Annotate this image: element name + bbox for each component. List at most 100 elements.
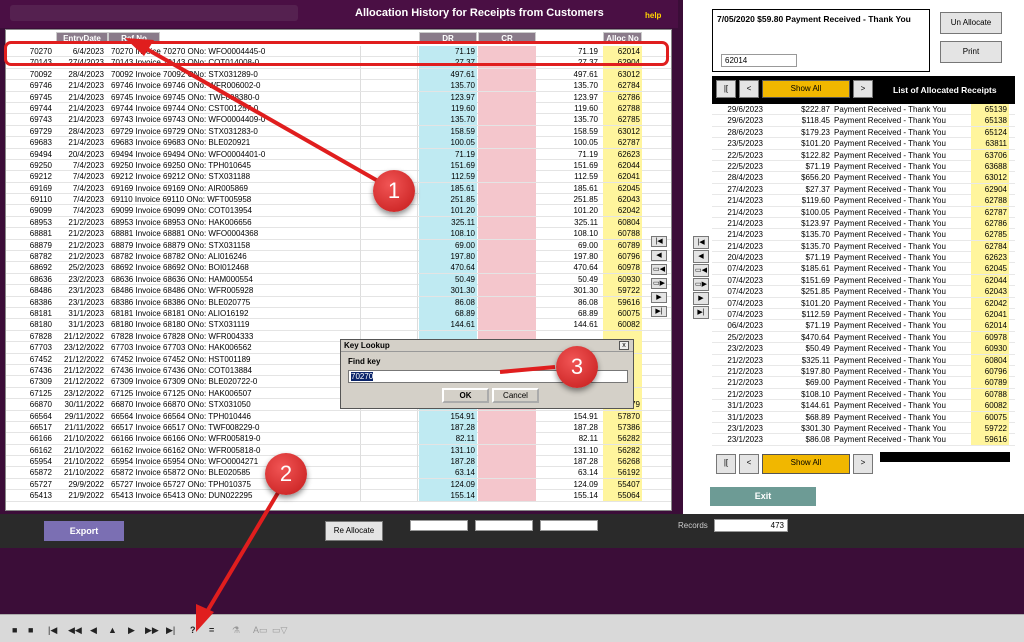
list-item[interactable]: 21/2/2023 $69.00 Payment Received - Thank … (712, 377, 1015, 389)
list-item[interactable]: 07/4/2023 $251.85 Payment Received - Thank… (712, 286, 1015, 298)
table-row[interactable]: 68180 31/1/2023 68180 Invoice 68180 ONo: S… (6, 319, 671, 331)
receipts-prev-record-button[interactable]: ◀ (693, 250, 709, 263)
dialog-close-icon[interactable]: x (619, 341, 629, 350)
list-item[interactable]: 23/2/2023 $50.49 Payment Received - Thank … (712, 343, 1015, 355)
grid-new2-button[interactable]: ▭▶ (651, 278, 667, 289)
table-row[interactable]: 65727 29/9/2022 65727 Invoice 65727 ONo: T… (6, 478, 671, 491)
table-row[interactable]: 69743 21/4/2023 69743 Invoice 69743 ONo: W… (6, 114, 671, 126)
stop2-icon[interactable]: ■ (28, 625, 33, 635)
payment-ref-field[interactable]: 62014 (721, 54, 797, 67)
list-item[interactable]: 23/1/2023 $86.08 Payment Received - Thank … (712, 434, 1015, 446)
table-row[interactable]: 66166 21/10/2022 66166 Invoice 66166 ONo: … (6, 433, 671, 445)
dialog-ok-button[interactable]: OK (442, 388, 489, 403)
table-row[interactable]: 69745 21/4/2023 69745 Invoice 69745 ONo: T… (6, 91, 671, 103)
list-item[interactable]: 31/1/2023 $144.61 Payment Received - Thank… (712, 400, 1015, 412)
table-row[interactable]: 68881 21/2/2023 68881 Invoice 68881 ONo: W… (6, 228, 671, 240)
unallocate-button[interactable]: Un Allocate (940, 12, 1002, 34)
list-item[interactable]: 28/6/2023 $179.23 Payment Received - Thank… (712, 126, 1015, 139)
table-row[interactable]: 69729 28/4/2023 69729 Invoice 69729 ONo: S… (6, 125, 671, 138)
list-item[interactable]: 07/4/2023 $101.20 Payment Received - Thank… (712, 297, 1015, 310)
list-item[interactable]: 07/4/2023 $151.69 Payment Received - Thank… (712, 274, 1015, 287)
receipts-first-button[interactable]: |[ (716, 80, 736, 98)
list-item[interactable]: 21/4/2023 $135.70 Payment Received - Thank… (712, 229, 1015, 241)
fast-forward-icon[interactable]: ▶▶ (145, 625, 159, 636)
receipts-prev-button[interactable]: < (739, 80, 759, 98)
list-item[interactable]: 25/2/2023 $470.64 Payment Received - Thank… (712, 331, 1015, 344)
help-link[interactable]: help (645, 11, 661, 20)
table-row[interactable]: 65954 21/10/2022 65954 Invoice 65954 ONo: … (6, 456, 671, 468)
print-button[interactable]: Print (940, 41, 1002, 63)
grid-prev-button[interactable]: ◀ (651, 250, 667, 261)
list-item[interactable]: 31/1/2023 $68.89 Payment Received - Thank … (712, 411, 1015, 423)
list-item[interactable]: 28/4/2023 $656.20 Payment Received - Thank… (712, 172, 1015, 184)
receipts-bottom-next-button[interactable]: > (853, 454, 873, 474)
list-item[interactable]: 22/5/2023 $71.19 Payment Received - Thank … (712, 160, 1015, 173)
grid-new-button[interactable]: ▭◀ (651, 264, 667, 275)
grid-last-button[interactable]: ▶| (651, 306, 667, 317)
receipts-next-button[interactable]: > (853, 80, 873, 98)
grid-next-button[interactable]: ▶ (651, 292, 667, 303)
table-row[interactable]: 68386 23/1/2023 68386 Invoice 68386 ONo: B… (6, 296, 671, 308)
list-item[interactable]: 29/6/2023 $118.45 Payment Received - Thank… (712, 115, 1015, 127)
table-row[interactable]: 68486 23/1/2023 68486 Invoice 68486 ONo: W… (6, 285, 671, 297)
table-row[interactable]: 69746 21/4/2023 69746 Invoice 69746 ONo: W… (6, 80, 671, 92)
table-row[interactable]: 68782 21/2/2023 68782 Invoice 68782 ONo: A… (6, 251, 671, 263)
table-row[interactable]: 66162 21/10/2022 66162 Invoice 66162 ONo: … (6, 444, 671, 457)
receipts-new2-record-button[interactable]: ▭▶ (693, 278, 709, 291)
list-item[interactable]: 29/6/2023 $222.87 Payment Received - Thank… (712, 104, 1015, 116)
list-item[interactable]: 22/5/2023 $122.82 Payment Received - Thank… (712, 149, 1015, 161)
export-button[interactable]: Export (44, 521, 124, 541)
table-row[interactable]: 65413 21/9/2022 65413 Invoice 65413 ONo: D… (6, 490, 671, 502)
receipts-new-record-button[interactable]: ▭◀ (693, 264, 709, 277)
list-item[interactable]: 23/1/2023 $301.30 Payment Received - Thank… (712, 422, 1015, 435)
list-item[interactable]: 21/2/2023 $108.10 Payment Received - Thank… (712, 388, 1015, 401)
table-row[interactable]: 69212 7/4/2023 69212 Invoice 69212 ONo: ST… (6, 171, 671, 183)
table-row[interactable]: 65872 21/10/2022 65872 Invoice 65872 ONo: … (6, 467, 671, 479)
table-row[interactable]: 69250 7/4/2023 69250 Invoice 69250 ONo: TP… (6, 159, 671, 172)
list-item[interactable]: 21/4/2023 $100.05 Payment Received - Thank… (712, 206, 1015, 218)
stop-icon[interactable]: ■ (12, 625, 17, 635)
receipts-next-record-button[interactable]: ▶ (693, 292, 709, 305)
list-item[interactable]: 21/4/2023 $123.97 Payment Received - Thank… (712, 217, 1015, 230)
table-row[interactable]: 69683 21/4/2023 69683 Invoice 69683 ONo: B… (6, 137, 671, 149)
table-row[interactable]: 69494 20/4/2023 69494 Invoice 69494 ONo: W… (6, 148, 671, 160)
table-row[interactable]: 66517 21/11/2022 66517 Invoice 66517 ONo: … (6, 421, 671, 434)
list-item[interactable]: 07/4/2023 $185.61 Payment Received - Thank… (712, 263, 1015, 275)
receipts-bottom-show-all-button[interactable]: Show All (762, 454, 850, 474)
exit-button[interactable]: Exit (710, 487, 816, 506)
table-row[interactable]: 68879 21/2/2023 68879 Invoice 68879 ONo: S… (6, 239, 671, 252)
table-row[interactable]: 69099 7/4/2023 69099 Invoice 69099 ONo: CO… (6, 205, 671, 217)
equals-icon[interactable]: = (209, 625, 214, 635)
first-record-icon[interactable]: |◀ (48, 625, 57, 636)
table-row[interactable]: 68636 23/2/2023 68636 Invoice 68636 ONo: H… (6, 273, 671, 286)
table-row[interactable]: 68953 21/2/2023 68953 Invoice 68953 ONo: H… (6, 216, 671, 229)
receipts-first-record-button[interactable]: |◀ (693, 236, 709, 249)
table-row[interactable]: 70092 28/4/2023 70092 Invoice 70092 ONo: S… (6, 68, 671, 81)
list-item[interactable]: 21/2/2023 $325.11 Payment Received - Thank… (712, 354, 1015, 366)
list-item[interactable]: 20/4/2023 $71.19 Payment Received - Thank … (712, 252, 1015, 264)
list-item[interactable]: 23/5/2023 $101.20 Payment Received - Thank… (712, 138, 1015, 150)
list-item[interactable]: 21/2/2023 $197.80 Payment Received - Thank… (712, 365, 1015, 378)
grid-first-button[interactable]: |◀ (651, 236, 667, 247)
list-item[interactable]: 07/4/2023 $112.59 Payment Received - Thank… (712, 309, 1015, 321)
dialog-cancel-button[interactable]: Cancel (492, 388, 539, 403)
find-icon[interactable]: ? (190, 625, 196, 635)
next-record-icon[interactable]: ▶ (128, 625, 135, 636)
rewind-icon[interactable]: ◀◀ (68, 625, 82, 636)
receipts-bottom-prev-button[interactable]: < (739, 454, 759, 474)
list-item[interactable]: 21/4/2023 $135.70 Payment Received - Thank… (712, 240, 1015, 253)
reallocate-button[interactable]: Re Allocate (325, 521, 383, 541)
prev-record-icon[interactable]: ◀ (90, 625, 97, 636)
table-row[interactable]: 69169 7/4/2023 69169 Invoice 69169 ONo: AI… (6, 182, 671, 195)
table-row[interactable]: 69110 7/4/2023 69110 Invoice 69110 ONo: WF… (6, 194, 671, 206)
up-icon[interactable]: ▲ (108, 625, 117, 635)
list-item[interactable]: 27/4/2023 $27.37 Payment Received - Thank … (712, 183, 1015, 196)
list-item[interactable]: 21/4/2023 $119.60 Payment Received - Thank… (712, 195, 1015, 207)
receipts-show-all-button[interactable]: Show All (762, 80, 850, 98)
last-record-icon[interactable]: ▶| (166, 625, 175, 636)
list-item[interactable]: 06/4/2023 $71.19 Payment Received - Thank … (712, 320, 1015, 332)
table-row[interactable]: 68181 31/1/2023 68181 Invoice 68181 ONo: A… (6, 307, 671, 320)
table-row[interactable]: 66564 29/11/2022 66564 Invoice 66564 ONo: … (6, 410, 671, 422)
table-row[interactable]: 68692 25/2/2023 68692 Invoice 68692 ONo: B… (6, 262, 671, 274)
receipts-bottom-first-button[interactable]: |[ (716, 454, 736, 474)
